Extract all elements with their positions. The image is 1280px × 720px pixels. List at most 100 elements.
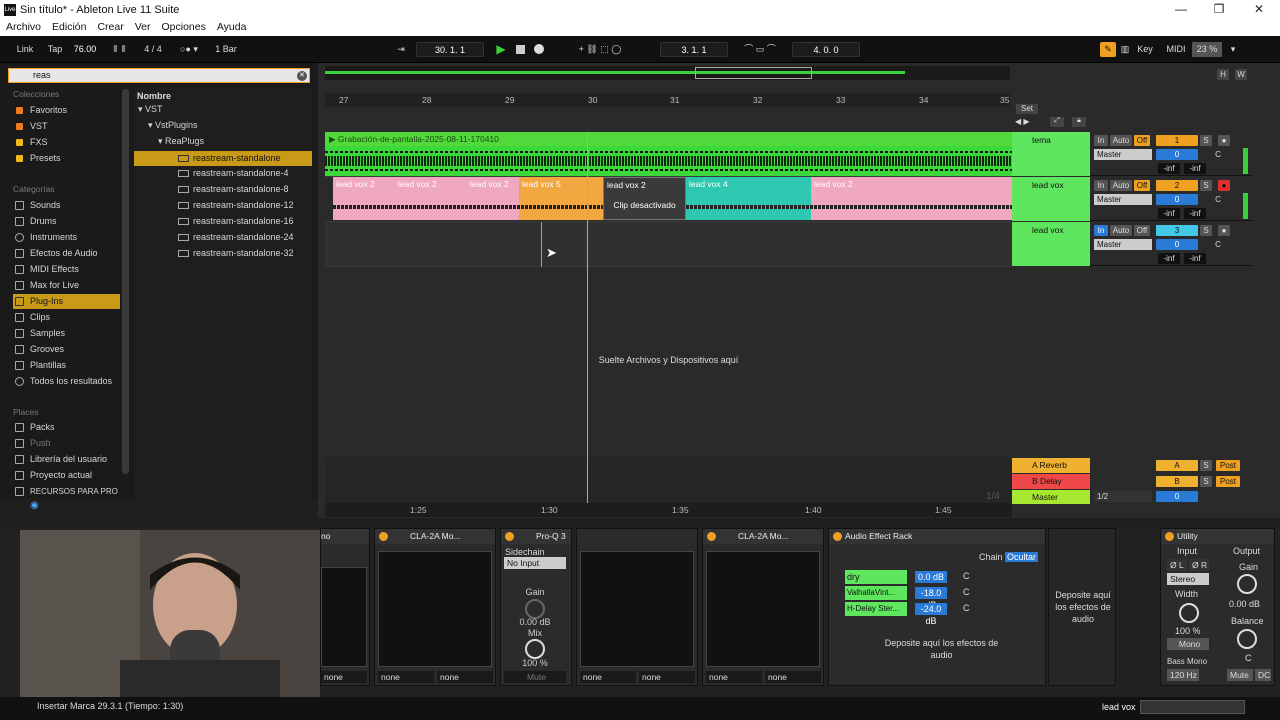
nudge-icon[interactable]: ⦀ ⦀ xyxy=(104,42,136,57)
chain-h-delay[interactable]: H-Delay Ster... xyxy=(845,602,907,616)
return-track-b[interactable]: B Delay B S Post xyxy=(1012,474,1252,489)
auto-button[interactable]: Auto xyxy=(1110,225,1132,236)
follow-icon[interactable]: ⇥ xyxy=(393,42,409,57)
gain-knob[interactable] xyxy=(1237,574,1257,594)
device-proq3[interactable]: Pro-Q 3 Sidechain No Input Gain 0.00 dB … xyxy=(500,528,572,686)
hide-chain-button[interactable]: Ocultar xyxy=(1005,552,1039,562)
chain-pan[interactable]: C xyxy=(963,571,970,581)
return-track-a[interactable]: A Reverb A S Post xyxy=(1012,458,1252,473)
auto-button[interactable]: Auto xyxy=(1110,180,1132,191)
param-select-2[interactable]: none xyxy=(437,671,493,683)
quantize-select[interactable]: 1 Bar xyxy=(206,42,246,57)
device-cla2a-1[interactable]: CLA-2A Mo... none none xyxy=(374,528,496,686)
tree-item-reastream-8[interactable]: reastream-standalone-8 xyxy=(178,182,289,197)
solo-button[interactable]: S xyxy=(1200,135,1212,146)
drop-zone[interactable]: Suelte Archivos y Dispositivos aquí xyxy=(325,267,1012,457)
place-packs[interactable]: Packs xyxy=(13,420,120,435)
tree-item-reastream-24[interactable]: reastream-standalone-24 xyxy=(178,230,294,245)
rack-drop-area[interactable]: Deposite aquí los efectos de audio xyxy=(1048,528,1116,686)
minimize-button[interactable]: — xyxy=(1170,2,1192,16)
param-select-2[interactable]: none xyxy=(765,671,821,683)
beat-ruler[interactable]: 27 28 29 30 31 32 33 34 35 xyxy=(325,93,1010,107)
track-name[interactable]: lead vox xyxy=(1012,222,1090,266)
metronome-icon[interactable]: ○● ▾ xyxy=(174,42,204,57)
mini-overview[interactable] xyxy=(1140,700,1245,714)
category-plug-ins[interactable]: Plug-Ins xyxy=(13,294,120,309)
power-icon[interactable] xyxy=(1165,532,1174,541)
tree-item-reaplugs[interactable]: ▾ ReaPlugs xyxy=(158,134,204,149)
solo-button[interactable]: S xyxy=(1200,180,1212,191)
mute-button[interactable]: Mute xyxy=(504,671,566,683)
volume-field[interactable]: 0 xyxy=(1156,239,1198,250)
master-volume[interactable]: 0 xyxy=(1156,491,1198,502)
solo-button[interactable]: S xyxy=(1200,460,1212,471)
bass-mono-freq[interactable]: 120 Hz xyxy=(1167,669,1199,681)
place-recursos[interactable]: RECURSOS PARA PRO xyxy=(13,484,120,499)
power-icon[interactable] xyxy=(833,532,842,541)
clear-search-icon[interactable]: ✕ xyxy=(297,71,307,81)
pan-field[interactable]: C xyxy=(1208,149,1228,160)
search-input[interactable]: reas xyxy=(8,68,310,83)
pan-field[interactable]: C xyxy=(1208,239,1228,250)
h-toggle-button[interactable]: H xyxy=(1217,69,1229,80)
sidebar-scrollbar[interactable] xyxy=(122,89,129,474)
power-icon[interactable] xyxy=(707,532,716,541)
volume-field[interactable]: 0 xyxy=(1156,194,1198,205)
pan-field[interactable]: C xyxy=(1208,194,1228,205)
arrangement-position[interactable]: 30. 1. 1 xyxy=(416,42,484,57)
lock-icon[interactable]: 🔒︎ xyxy=(1072,117,1086,127)
overview-bar[interactable] xyxy=(325,66,1010,80)
category-sounds[interactable]: Sounds xyxy=(13,198,120,213)
in-button[interactable]: In xyxy=(1094,225,1108,236)
track-name[interactable]: tema xyxy=(1012,132,1090,176)
menu-ver[interactable]: Ver xyxy=(129,20,156,33)
set-button[interactable]: Set xyxy=(1016,104,1038,114)
gain-knob[interactable] xyxy=(525,599,545,619)
return-letter[interactable]: B xyxy=(1156,476,1198,487)
power-icon[interactable] xyxy=(379,532,388,541)
category-plantillas[interactable]: Plantillas xyxy=(13,358,120,373)
sidechain-input-select[interactable]: No Input xyxy=(504,557,566,569)
time-signature-field[interactable]: 4 / 4 xyxy=(138,42,168,57)
phase-right-button[interactable]: Ø R xyxy=(1189,559,1209,571)
midi-map-button[interactable]: MIDI xyxy=(1164,42,1188,57)
post-button[interactable]: Post xyxy=(1216,460,1240,471)
arm-icon[interactable]: ● xyxy=(1218,180,1230,191)
time-ruler[interactable]: 1:25 1:30 1:35 1:40 1:45 xyxy=(325,503,1012,517)
return-name[interactable]: B Delay xyxy=(1012,474,1090,489)
chain-pan[interactable]: C xyxy=(963,603,970,613)
param-select-1[interactable]: none xyxy=(378,671,434,683)
balance-knob[interactable] xyxy=(1237,629,1257,649)
return-name[interactable]: A Reverb xyxy=(1012,458,1090,473)
stop-icon[interactable] xyxy=(513,42,527,57)
output-select[interactable]: Master xyxy=(1094,239,1152,250)
category-midi-effects[interactable]: MIDI Effects xyxy=(13,262,120,277)
category-grooves[interactable]: Grooves xyxy=(13,342,120,357)
chain-volume[interactable]: 0.0 dB xyxy=(915,571,947,583)
param-select-2[interactable]: none xyxy=(639,671,695,683)
track-number[interactable]: 3 xyxy=(1156,225,1198,236)
volume-field[interactable]: 0 xyxy=(1156,149,1198,160)
menu-ayuda[interactable]: Ayuda xyxy=(211,20,252,33)
collection-favoritos[interactable]: Favoritos xyxy=(13,103,120,118)
param-select-1[interactable]: none xyxy=(580,671,636,683)
bass-mono-label[interactable]: Bass Mono xyxy=(1167,657,1207,666)
track-name[interactable]: lead vox xyxy=(1012,177,1090,221)
track-1-lane[interactable]: ▶ Grabación-de-pantalla-2025-08-11-17041… xyxy=(325,132,1012,177)
width-knob[interactable] xyxy=(1179,603,1199,623)
output-select[interactable]: Master xyxy=(1094,194,1152,205)
mix-knob[interactable] xyxy=(525,639,545,659)
tree-item-vst[interactable]: ▾ VST xyxy=(138,102,163,117)
device-cla2a-3[interactable]: CLA-2A Mo... none none xyxy=(702,528,824,686)
link-button[interactable]: Link xyxy=(12,42,38,57)
punch-in-position[interactable]: 3. 1. 1 xyxy=(660,42,728,57)
menu-crear[interactable]: Crear xyxy=(91,20,128,33)
category-drums[interactable]: Drums xyxy=(13,214,120,229)
post-button[interactable]: Post xyxy=(1216,476,1240,487)
tree-item-reastream-standalone[interactable]: reastream-standalone xyxy=(134,151,312,166)
master-track[interactable]: Master 1/2 0 xyxy=(1012,490,1252,504)
auto-button[interactable]: Auto xyxy=(1110,135,1132,146)
collection-presets[interactable]: Presets xyxy=(13,151,120,166)
track-number[interactable]: 1 xyxy=(1156,135,1198,146)
locator-nav-icons[interactable]: ◀ ▶ xyxy=(1015,117,1041,127)
